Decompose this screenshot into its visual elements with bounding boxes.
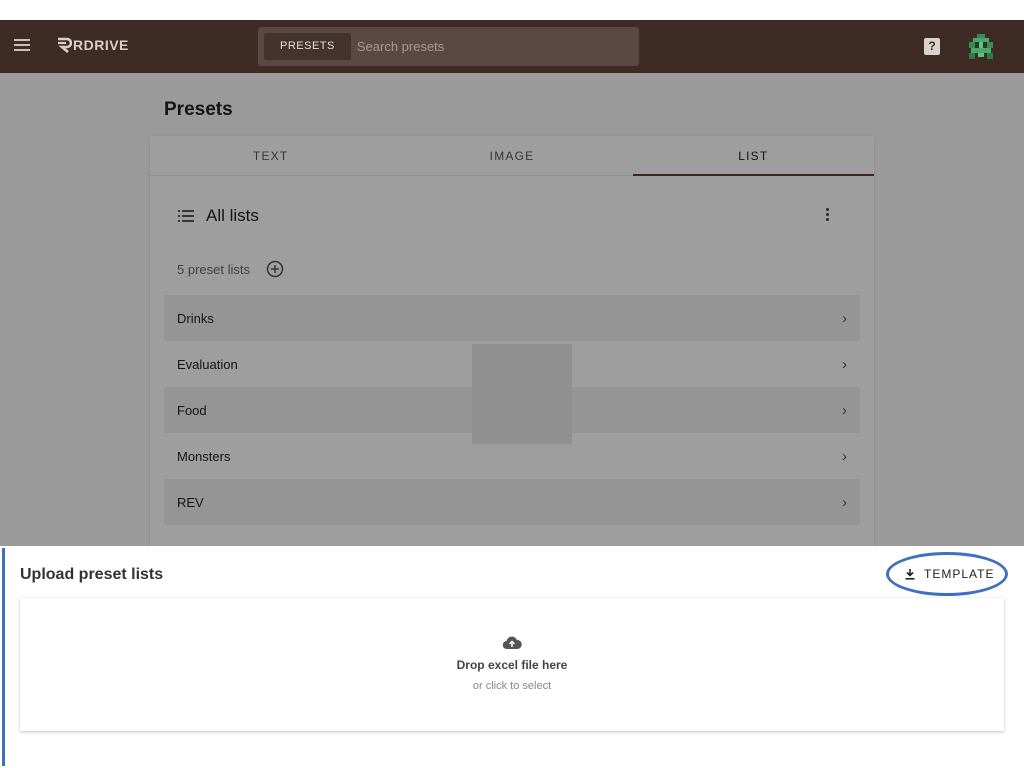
app-bar: RDRIVE PRESETS ? — [0, 20, 1024, 73]
cloud-upload-icon — [502, 636, 522, 650]
sheet-edge-accent — [2, 548, 5, 766]
dropzone-title: Drop excel file here — [456, 658, 568, 672]
template-button-label: TEMPLATE — [924, 567, 995, 581]
download-icon — [905, 569, 915, 580]
download-template-button[interactable]: TEMPLATE — [896, 562, 1002, 586]
search-scope-chip[interactable]: PRESETS — [264, 33, 351, 60]
upload-sheet: Upload preset lists TEMPLATE Drop excel … — [0, 546, 1024, 768]
help-icon[interactable]: ? — [924, 38, 940, 55]
brand-name: RDRIVE — [73, 37, 129, 53]
file-dropzone[interactable]: Drop excel file here or click to select — [20, 598, 1004, 731]
search-input[interactable] — [356, 39, 627, 54]
hamburger-menu-icon[interactable] — [14, 39, 30, 53]
dropzone-subtitle: or click to select — [472, 680, 552, 692]
upload-title: Upload preset lists — [20, 566, 164, 583]
brand-logo[interactable]: RDRIVE — [56, 36, 129, 54]
avatar[interactable] — [966, 32, 996, 62]
search-bar: PRESETS — [258, 27, 639, 66]
rdrive-logo-icon — [58, 37, 72, 53]
top-strip — [0, 0, 1024, 20]
